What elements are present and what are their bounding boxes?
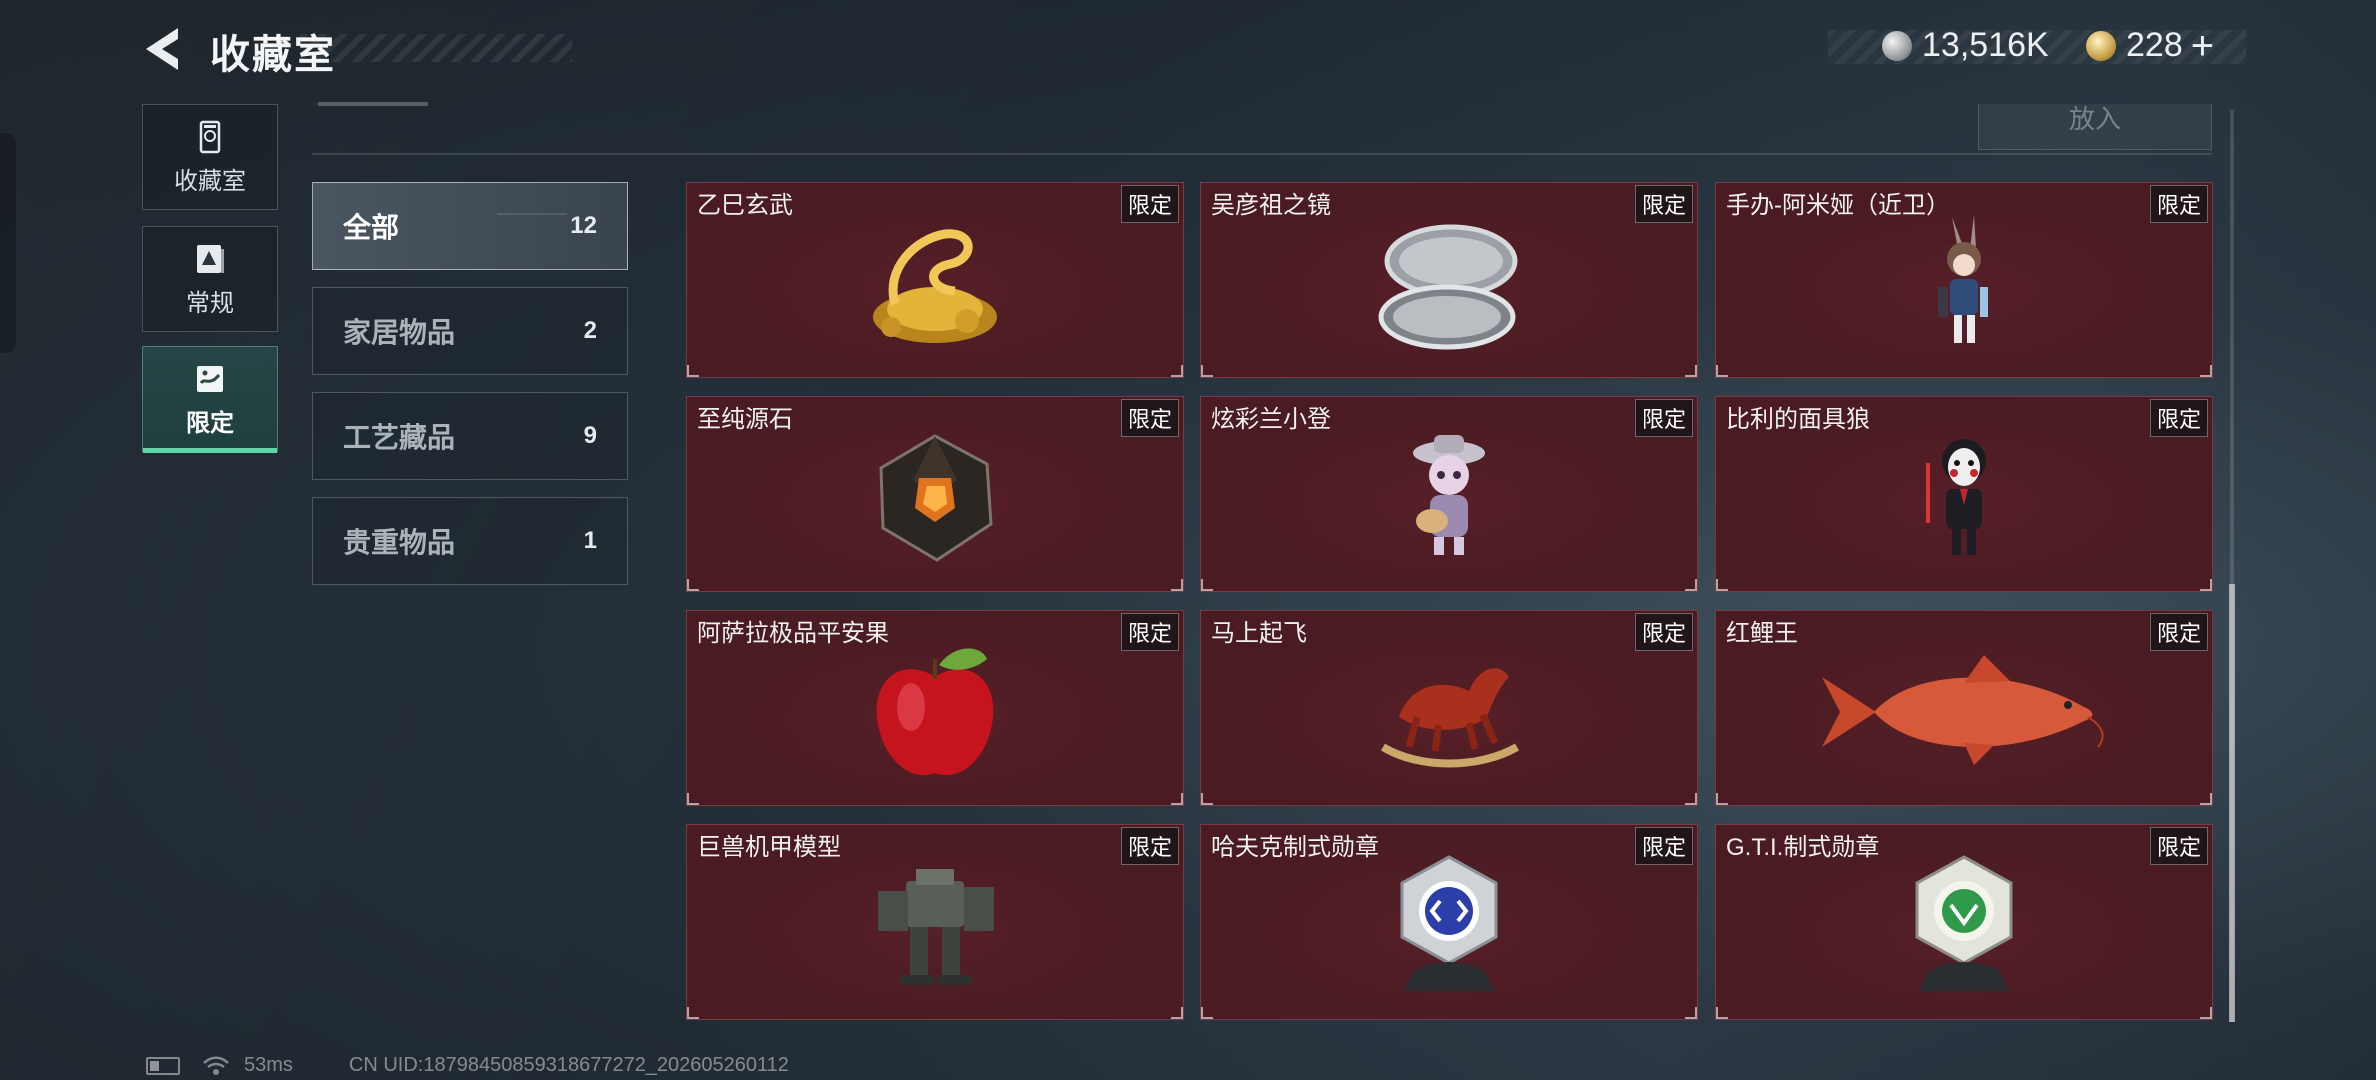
side-tab-regular[interactable]: 常规	[142, 226, 278, 332]
item-card[interactable]: 吴彦祖之镜 限定	[1200, 182, 1698, 378]
category-name: 工艺藏品	[343, 422, 456, 453]
side-tab-label: 常规	[186, 289, 234, 317]
item-card[interactable]: 哈夫克制式勋章 限定	[1200, 824, 1698, 1020]
item-card[interactable]: 马上起飞 限定	[1200, 610, 1698, 806]
red-apple-icon	[876, 648, 994, 776]
item-name: 巨兽机甲模型	[697, 834, 841, 861]
scrolled-header-remnant	[318, 96, 428, 108]
gold-currency: 228 +	[2086, 26, 2214, 66]
item-card[interactable]: 比利的面具狼 限定	[1715, 396, 2213, 592]
side-tab-collection-room[interactable]: 收藏室	[142, 104, 278, 210]
limited-badge: 限定	[2149, 399, 2208, 437]
item-name: 红鲤王	[1726, 620, 1798, 647]
place-button[interactable]: 放入	[1978, 104, 2212, 150]
billy-puppet-icon	[1926, 438, 1986, 555]
limited-badge: 限定	[2149, 185, 2208, 223]
category-count: 12	[570, 212, 597, 239]
item-card[interactable]: 乙巳玄武 限定	[686, 182, 1184, 378]
collection-room-icon	[199, 120, 221, 153]
wifi-icon	[203, 1056, 229, 1075]
limited-badge: 限定	[2149, 827, 2208, 865]
category-name: 全部	[343, 212, 400, 243]
content-divider	[312, 153, 2212, 155]
red-carp-icon	[1822, 654, 2104, 765]
scrollbar-thumb[interactable]	[2229, 584, 2235, 1022]
status-bar: 53ms CN UID:18798450859318677272_2026052…	[146, 1054, 789, 1077]
item-card[interactable]: 红鲤王 限定	[1715, 610, 2213, 806]
item-name: 炫彩兰小登	[1211, 406, 1331, 433]
category-count: 9	[583, 422, 597, 449]
limited-badge: 限定	[1120, 185, 1179, 223]
mariachi-figure-icon	[1413, 434, 1485, 555]
item-name: 马上起飞	[1211, 620, 1307, 647]
side-tab-label: 限定	[186, 409, 234, 437]
category-sheen	[497, 213, 567, 215]
category-home-items[interactable]: 家居物品 2	[312, 287, 628, 375]
back-arrow-icon	[146, 28, 178, 70]
edge-pull-handle[interactable]	[0, 132, 17, 354]
gti-medal-icon	[1915, 855, 2013, 991]
back-button[interactable]	[140, 26, 190, 72]
silver-amount: 13,516K	[1922, 26, 2049, 64]
gold-amount: 228	[2126, 26, 2183, 64]
item-name: 阿萨拉极品平安果	[697, 620, 889, 647]
category-all[interactable]: 全部 12	[312, 182, 628, 270]
side-tab-label: 收藏室	[174, 167, 246, 195]
limited-badge: 限定	[2149, 613, 2208, 651]
category-name: 家居物品	[343, 317, 456, 348]
limited-badge: 限定	[1634, 185, 1693, 223]
title-decoration	[300, 34, 572, 62]
add-currency-button[interactable]: +	[2191, 26, 2214, 66]
item-card[interactable]: 阿萨拉极品平安果 限定	[686, 610, 1184, 806]
limited-badge: 限定	[1120, 827, 1179, 865]
silver-coin-icon	[1882, 30, 1912, 61]
item-name: 至纯源石	[697, 406, 793, 433]
item-card[interactable]: 巨兽机甲模型 限定	[686, 824, 1184, 1020]
battery-icon	[146, 1056, 180, 1075]
compact-mirror-icon	[1378, 224, 1518, 350]
user-uid: CN UID:18798450859318677272_202605260112	[348, 1054, 789, 1076]
item-card[interactable]: G.T.I.制式勋章 限定	[1715, 824, 2213, 1020]
item-card[interactable]: 手办-阿米娅（近卫） 限定	[1715, 182, 2213, 378]
limited-badge: 限定	[1634, 399, 1693, 437]
gold-token-icon	[2086, 30, 2116, 61]
limited-badge: 限定	[1120, 399, 1179, 437]
item-card[interactable]: 至纯源石 限定	[686, 396, 1184, 592]
limited-badge: 限定	[1634, 613, 1693, 651]
rocking-horse-icon	[1380, 667, 1520, 768]
amiya-figure-icon	[1938, 214, 1988, 343]
category-name: 贵重物品	[343, 527, 456, 558]
side-tab-limited[interactable]: 限定	[142, 346, 278, 453]
ping-readout: 53ms	[244, 1054, 293, 1076]
haavk-medal-icon	[1400, 855, 1498, 991]
limited-badge: 限定	[1120, 613, 1179, 651]
category-count: 2	[583, 317, 597, 344]
limited-badge: 限定	[1634, 827, 1693, 865]
category-valuables[interactable]: 贵重物品 1	[312, 497, 628, 585]
mech-model-icon	[878, 868, 994, 985]
item-name: 哈夫克制式勋章	[1211, 834, 1379, 861]
item-name: 乙巳玄武	[697, 192, 793, 219]
regular-items-icon	[197, 244, 224, 273]
category-craft-collectibles[interactable]: 工艺藏品 9	[312, 392, 628, 480]
originium-crystal-icon	[879, 434, 993, 562]
golden-snake-turtle-icon	[873, 229, 997, 343]
active-tab-indicator	[143, 448, 277, 453]
item-name: 比利的面具狼	[1726, 406, 1870, 433]
category-count: 1	[583, 527, 597, 554]
silver-currency: 13,516K	[1882, 26, 2049, 65]
item-card[interactable]: 炫彩兰小登 限定	[1200, 396, 1698, 592]
item-name: 吴彦祖之镜	[1211, 192, 1331, 219]
limited-items-icon	[197, 365, 223, 392]
item-name: G.T.I.制式勋章	[1726, 834, 1880, 861]
